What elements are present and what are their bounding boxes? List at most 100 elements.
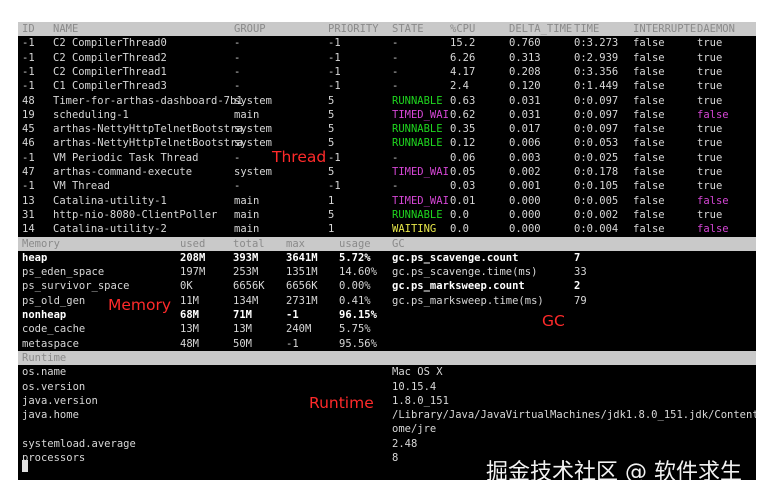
thread-id-cell: -1	[22, 180, 35, 193]
terminal-cursor	[22, 460, 28, 472]
thread-row: -1 C2 CompilerThread0 - -1 - 15.2 0.760 0:3.273…	[18, 36, 756, 50]
runtime-row: java.version 1.8.0_151	[18, 394, 756, 408]
gc-name-cell: gc.ps_scavenge.count	[392, 251, 519, 264]
thread-name-cell: http-nio-8080-ClientPoller	[53, 208, 218, 221]
runtime-value-cell: /Library/Java/JavaVirtualMachines/jdk1.8…	[392, 409, 756, 422]
thread-daemon-cell: true	[697, 166, 723, 178]
thread-delta-cell: 0.017	[509, 123, 541, 136]
thread-interrupted-cell: false	[633, 151, 665, 164]
thread-state-cell: WAITING	[392, 223, 437, 236]
runtime-name-cell: systemload.average	[22, 437, 136, 450]
thread-time-cell: 0:0.002	[574, 208, 619, 221]
thread-state-cell: TIMED_WAI	[392, 166, 449, 178]
thread-row: 19 scheduling-1 main 5 TIMED_WAI 0.62 0.031 0:0…	[18, 108, 756, 122]
runtime-table-header: Runtime	[18, 350, 756, 366]
runtime-row: os.name Mac OS X	[18, 365, 756, 379]
col-name: NAME	[53, 23, 79, 35]
thread-id-cell: 19	[22, 108, 35, 121]
thread-delta-cell: 0.000	[509, 194, 541, 207]
thread-name-cell: Timer-for-arthas-dashboard-7b1	[53, 94, 243, 107]
thread-daemon-cell: true	[697, 51, 723, 64]
col-used: used	[180, 237, 206, 250]
thread-name-cell: Catalina-utility-1	[53, 194, 167, 207]
memory-table-header: Memory used total max usage GC	[18, 236, 756, 251]
thread-priority-cell: 5	[328, 108, 335, 121]
thread-cpu-cell: 2.4	[450, 80, 469, 93]
thread-cpu-cell: 0.63	[450, 94, 476, 107]
runtime-value-cell: 8	[392, 452, 399, 464]
thread-interrupted-cell: false	[633, 137, 665, 150]
thread-row: 13 Catalina-utility-1 main 1 TIMED_WAI 0.01 0.…	[18, 194, 756, 208]
thread-interrupted-cell: false	[633, 223, 665, 236]
thread-time-cell: 0:3.273	[574, 37, 619, 50]
thread-cpu-cell: 6.26	[450, 51, 476, 64]
thread-state-cell: -	[392, 65, 399, 78]
thread-interrupted-cell: false	[633, 94, 665, 107]
thread-daemon-cell: true	[697, 208, 723, 221]
thread-name-cell: arthas-NettyHttpTelnetBootstra	[53, 137, 243, 150]
thread-name-cell: C2 CompilerThread1	[53, 65, 167, 78]
col-state: STATE	[392, 23, 424, 35]
thread-cpu-cell: 0.03	[450, 180, 476, 193]
thread-group-cell: system	[234, 166, 272, 178]
thread-state-cell: -	[392, 51, 399, 64]
gc-value-cell: 2	[574, 280, 581, 293]
runtime-row: ome/jre	[18, 422, 756, 436]
gc-value-cell: 7	[574, 251, 581, 264]
thread-delta-cell: 0.000	[509, 208, 541, 221]
thread-cpu-cell: 0.35	[450, 123, 476, 136]
thread-cpu-cell: 0.12	[450, 137, 476, 150]
thread-cpu-cell: 0.0	[450, 223, 469, 236]
thread-priority-cell: 1	[328, 194, 335, 207]
thread-time-cell: 0:0.105	[574, 180, 619, 193]
thread-group-cell: system	[234, 137, 272, 150]
thread-time-cell: 0:2.939	[574, 51, 619, 64]
screenshot-frame: ID NAME GROUP PRIORITY STATE %CPU DELTA_…	[0, 0, 770, 491]
col-interrupted: INTERRUPTE	[633, 23, 697, 35]
thread-interrupted-cell: false	[633, 37, 665, 50]
thread-priority-cell: -1	[328, 151, 341, 164]
thread-daemon-cell: false	[697, 223, 729, 236]
runtime-name-cell: os.name	[22, 366, 67, 379]
thread-group-cell: main	[234, 194, 260, 207]
thread-interrupted-cell: false	[633, 65, 665, 78]
thread-daemon-cell: true	[697, 80, 723, 93]
thread-id-cell: -1	[22, 51, 35, 64]
thread-state-cell: RUNNABLE	[392, 137, 443, 150]
thread-group-cell: -	[234, 65, 241, 78]
memory-usage-cell: 95.56%	[339, 337, 377, 350]
terminal-window[interactable]: ID NAME GROUP PRIORITY STATE %CPU DELTA_…	[18, 22, 756, 480]
thread-interrupted-cell: false	[633, 80, 665, 93]
thread-delta-cell: 0.208	[509, 65, 541, 78]
thread-state-cell: -	[392, 80, 399, 93]
thread-name-cell: arthas-command-execute	[53, 166, 193, 178]
thread-row: 45 arthas-NettyHttpTelnetBootstra system 5 R…	[18, 122, 756, 136]
gc-value-cell: 33	[574, 266, 587, 279]
thread-group-cell: -	[234, 180, 241, 193]
watermark: 掘金技术社区 @ 软件求生	[486, 460, 742, 480]
thread-name-cell: C1 CompilerThread3	[53, 80, 167, 93]
thread-interrupted-cell: false	[633, 194, 665, 207]
thread-daemon-cell: true	[697, 65, 723, 78]
thread-cpu-cell: 4.17	[450, 65, 476, 78]
memory-total-cell: 50M	[233, 337, 252, 350]
annotation-runtime: Runtime	[309, 394, 374, 412]
thread-state-cell: -	[392, 37, 399, 50]
thread-group-cell: -	[234, 80, 241, 93]
col-time: TIME	[574, 23, 600, 35]
gc-name-cell: gc.ps_marksweep.count	[392, 280, 525, 293]
thread-row: 46 arthas-NettyHttpTelnetBootstra system 5 R…	[18, 136, 756, 150]
thread-row: -1 VM Thread - -1 - 0.03 0.001 0:0.105 false true	[18, 179, 756, 193]
thread-cpu-cell: 0.01	[450, 194, 476, 207]
thread-delta-cell: 0.760	[509, 37, 541, 50]
thread-interrupted-cell: false	[633, 208, 665, 221]
memory-used-cell: 13M	[180, 323, 199, 336]
thread-daemon-cell: true	[697, 137, 723, 150]
thread-id-cell: 13	[22, 194, 35, 207]
thread-id-cell: 48	[22, 94, 35, 107]
thread-time-cell: 0:0.025	[574, 151, 619, 164]
memory-max-cell: -1	[286, 309, 299, 321]
memory-name-cell: nonheap	[22, 309, 67, 321]
thread-name-cell: scheduling-1	[53, 108, 129, 121]
thread-interrupted-cell: false	[633, 166, 665, 178]
